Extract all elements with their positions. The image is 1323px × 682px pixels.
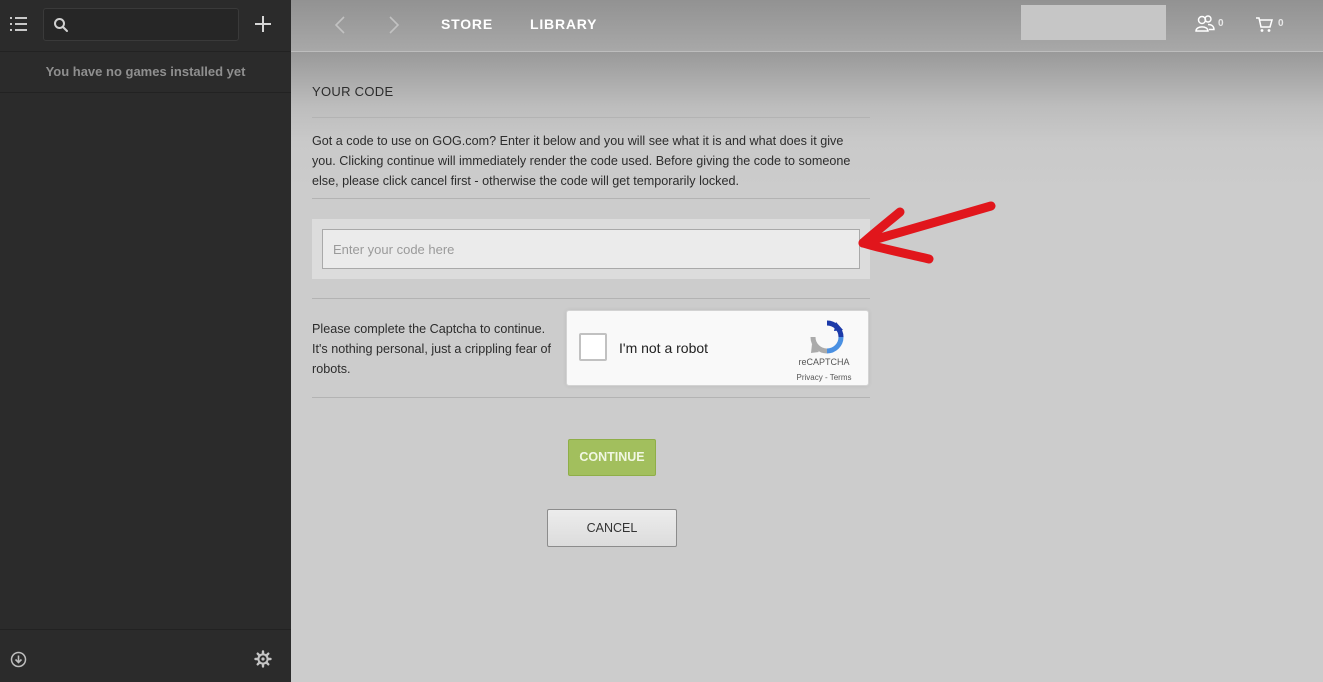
recaptcha-links: Privacy - Terms [781, 373, 867, 382]
plus-icon[interactable] [253, 14, 273, 34]
download-icon[interactable] [10, 651, 27, 668]
sidebar-header [0, 0, 291, 52]
divider [312, 298, 870, 299]
continue-button[interactable]: CONTINUE [568, 439, 656, 476]
account-area[interactable] [1021, 5, 1166, 40]
recaptcha-brand: reCAPTCHA [798, 357, 850, 367]
no-games-message: You have no games installed yet [0, 52, 291, 93]
captcha-instructions: Please complete the Captcha to continue.… [312, 322, 552, 376]
main-content: YOUR CODE Got a code to use on GOG.com? … [291, 52, 1323, 682]
cancel-button[interactable]: CANCEL [547, 509, 677, 547]
recaptcha-privacy-link[interactable]: Privacy [797, 373, 823, 382]
sidebar: You have no games installed yet [0, 0, 291, 682]
sidebar-footer [0, 629, 291, 682]
code-input[interactable] [322, 229, 860, 269]
friends-count: 0 [1218, 18, 1224, 29]
search-icon [54, 18, 68, 32]
redeem-instructions: Got a code to use on GOG.com? Enter it b… [312, 134, 851, 188]
store-link[interactable]: STORE [441, 16, 493, 32]
list-icon[interactable] [9, 14, 29, 34]
search-box[interactable] [43, 8, 239, 41]
friends-icon [1195, 15, 1215, 32]
gear-icon[interactable] [254, 650, 272, 668]
divider [312, 117, 870, 118]
search-input[interactable] [76, 13, 231, 37]
code-input-container [312, 219, 870, 279]
page-title: YOUR CODE [312, 84, 394, 99]
divider [312, 397, 870, 398]
cart-count: 0 [1278, 18, 1284, 29]
chevron-right-icon[interactable] [383, 14, 403, 36]
top-navigation-bar: STORE LIBRARY 0 0 [291, 0, 1323, 52]
divider [312, 198, 870, 199]
recaptcha-widget: I'm not a robot reCAPTCHA Privacy - Term… [566, 310, 869, 386]
recaptcha-label: I'm not a robot [619, 340, 709, 356]
recaptcha-logo-icon [810, 320, 844, 354]
recaptcha-checkbox[interactable] [579, 333, 607, 361]
recaptcha-terms-link[interactable]: Terms [830, 373, 852, 382]
chevron-left-icon[interactable] [331, 14, 351, 36]
recaptcha-links-separator: - [822, 373, 830, 382]
cart-icon [1256, 17, 1273, 32]
red-arrow-annotation [858, 201, 996, 264]
library-link[interactable]: LIBRARY [530, 16, 597, 32]
